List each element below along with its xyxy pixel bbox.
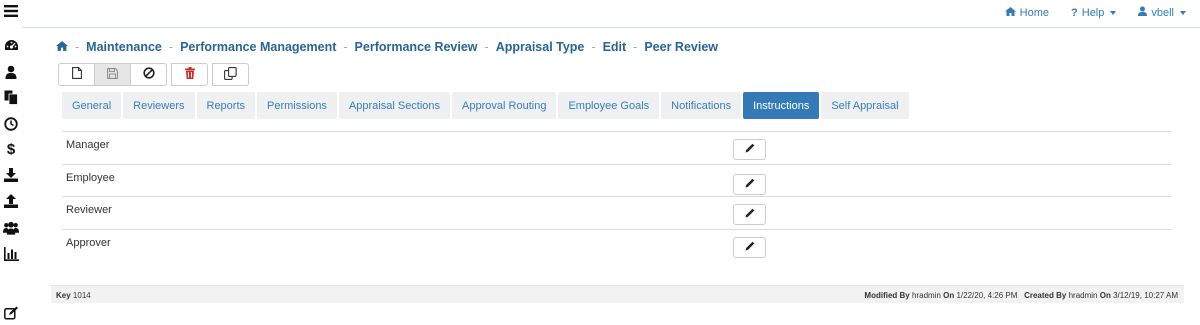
clock-icon[interactable]	[3, 116, 19, 132]
tab-self-appraisal[interactable]: Self Appraisal	[821, 92, 909, 119]
breadcrumb-separator: -	[168, 40, 174, 54]
edit-approver-instructions-button[interactable]	[733, 236, 766, 258]
created-by-value: hradmin	[1068, 291, 1098, 300]
breadcrumb-separator: -	[591, 40, 596, 54]
pencil-icon	[745, 178, 755, 191]
chevron-down-icon	[1180, 10, 1186, 15]
instruction-label-reviewer: Reviewer	[66, 204, 112, 216]
upload-icon[interactable]	[3, 193, 19, 209]
tab-approval-routing[interactable]: Approval Routing	[452, 92, 557, 119]
bar-chart-icon[interactable]	[3, 246, 19, 262]
modified-by-value: hradmin	[912, 291, 941, 300]
breadcrumb-item-maintenance[interactable]: Maintenance	[86, 40, 162, 54]
pencil-icon	[745, 208, 755, 221]
help-menu[interactable]: ? Help	[1071, 6, 1117, 19]
breadcrumb-item-performance-review[interactable]: Performance Review	[355, 40, 478, 54]
dollar-icon[interactable]: $	[3, 141, 19, 158]
edit-manager-instructions-button[interactable]	[733, 139, 766, 160]
pencil-icon	[745, 241, 755, 254]
user-label: vbell	[1151, 6, 1174, 19]
new-button[interactable]	[58, 63, 95, 86]
tab-appraisal-sections[interactable]: Appraisal Sections	[338, 92, 451, 119]
breadcrumb-separator: -	[633, 40, 638, 54]
created-on-value: 3/12/19, 10:27 AM	[1113, 291, 1178, 300]
tab-general[interactable]: General	[62, 92, 122, 119]
created-on-label: On	[1099, 291, 1111, 300]
instruction-label-employee: Employee	[66, 171, 115, 184]
trash-icon	[184, 67, 195, 82]
toolbar-group-main	[58, 63, 167, 86]
breadcrumb-item-edit[interactable]: Edit	[603, 40, 627, 54]
top-nav: Home ? Help vbell	[1004, 6, 1186, 19]
modified-by-label: Modified By	[864, 291, 910, 300]
breadcrumb-item-peer-review: Peer Review	[644, 40, 719, 54]
key-label: Key	[56, 291, 71, 300]
audit-info: Modified By hradmin On 1/22/20, 4:26 PM …	[864, 291, 1178, 300]
user-icon	[1138, 6, 1148, 19]
list-item: Manager	[62, 132, 1171, 165]
question-icon: ?	[1071, 6, 1078, 19]
save-icon	[107, 67, 118, 82]
tab-reviewers[interactable]: Reviewers	[123, 92, 195, 119]
copy-button[interactable]	[212, 63, 249, 86]
cancel-button[interactable]	[130, 63, 167, 86]
list-item: Approver	[62, 230, 1171, 263]
edit-icon[interactable]	[3, 305, 19, 321]
delete-button[interactable]	[171, 63, 208, 86]
toolbar	[58, 63, 249, 86]
modified-on-label: On	[943, 291, 955, 300]
documents-icon[interactable]	[3, 89, 19, 105]
save-button[interactable]	[94, 63, 131, 86]
toolbar-group-copy	[212, 63, 249, 86]
tab-instructions[interactable]: Instructions	[743, 92, 820, 119]
chevron-down-icon	[1110, 10, 1117, 15]
breadcrumb-separator: -	[343, 40, 348, 54]
dashboard-icon[interactable]	[3, 37, 19, 53]
home-link[interactable]: Home	[1004, 6, 1050, 19]
edit-employee-instructions-button[interactable]	[733, 173, 766, 195]
group-icon[interactable]	[3, 220, 19, 236]
list-item: Reviewer	[62, 197, 1171, 230]
list-item: Employee	[62, 165, 1171, 197]
sidebar-rail: $	[0, 0, 22, 325]
record-key: Key 1014	[56, 291, 91, 300]
user-menu[interactable]: vbell	[1138, 6, 1186, 19]
copy-icon	[224, 66, 237, 83]
tab-permissions[interactable]: Permissions	[257, 92, 337, 119]
breadcrumb-separator: -	[484, 40, 489, 54]
edit-reviewer-instructions-button[interactable]	[733, 204, 766, 225]
breadcrumb: - Maintenance - Performance Management -…	[56, 40, 718, 54]
toolbar-group-delete	[171, 63, 208, 86]
home-label: Home	[1019, 6, 1050, 19]
help-label: Help	[1081, 6, 1105, 19]
tab-reports[interactable]: Reports	[196, 92, 256, 119]
menu-icon[interactable]	[3, 3, 19, 19]
modified-on-value: 1/22/20, 4:26 PM	[956, 291, 1018, 300]
cancel-icon	[142, 67, 155, 82]
top-bar: Home ? Help vbell	[22, 0, 1200, 28]
instruction-label-approver: Approver	[66, 236, 111, 249]
tab-bar: General Reviewers Reports Permissions Ap…	[62, 92, 909, 119]
tab-notifications[interactable]: Notifications	[661, 92, 742, 119]
created-by-label: Created By	[1024, 291, 1067, 300]
breadcrumb-item-performance-management[interactable]: Performance Management	[180, 40, 336, 54]
breadcrumb-item-appraisal-type[interactable]: Appraisal Type	[496, 40, 585, 54]
instruction-label-manager: Manager	[66, 139, 110, 151]
key-value: 1014	[72, 291, 91, 300]
download-icon[interactable]	[3, 167, 19, 183]
record-footer: Key 1014 Modified By hradmin On 1/22/20,…	[51, 285, 1184, 303]
new-icon	[71, 67, 82, 82]
home-icon[interactable]	[56, 40, 68, 54]
instructions-list: Manager Employee Reviewer Approver	[62, 131, 1171, 262]
person-icon[interactable]	[3, 64, 19, 80]
home-icon	[1004, 6, 1016, 19]
breadcrumb-separator: -	[75, 40, 80, 54]
tab-employee-goals[interactable]: Employee Goals	[558, 92, 660, 119]
pencil-icon	[745, 143, 755, 156]
